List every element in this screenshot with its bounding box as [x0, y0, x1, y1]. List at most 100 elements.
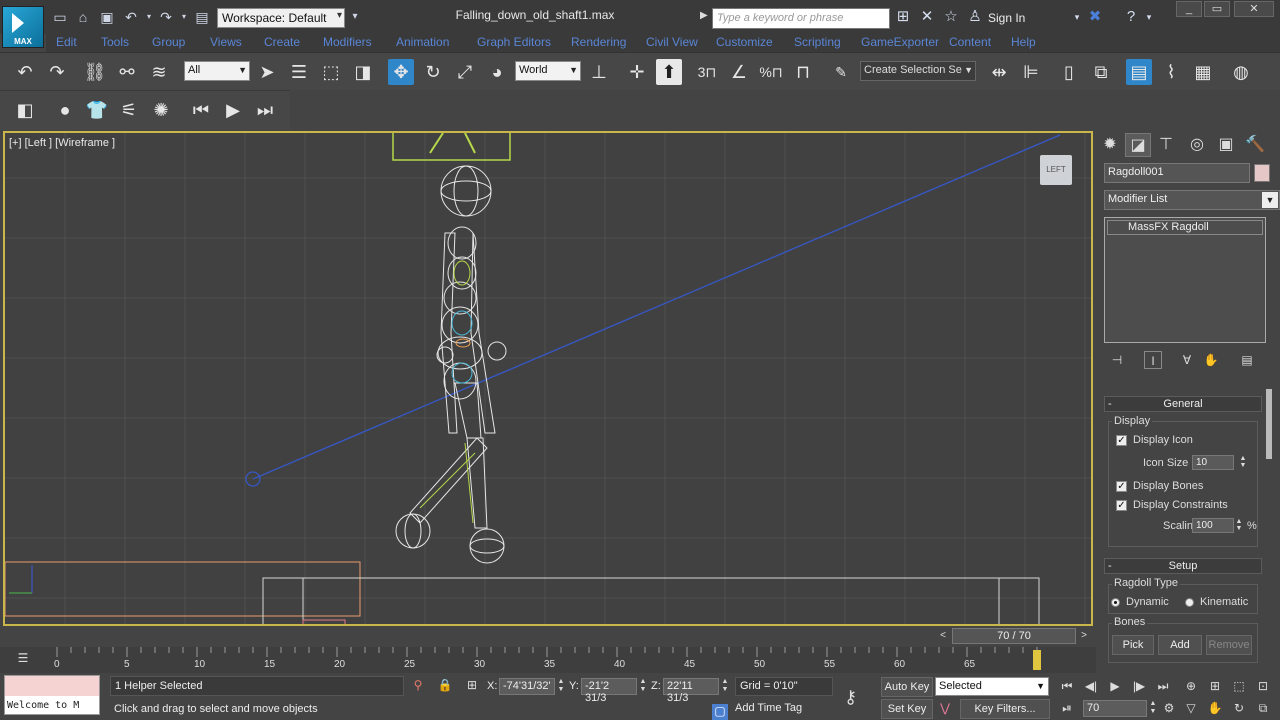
key-set-dropdown[interactable]: Selected ▼ — [935, 677, 1049, 696]
select-and-place-icon[interactable]: ◕ — [484, 59, 510, 85]
binoculars-icon[interactable]: ⊞ — [894, 8, 912, 26]
motion-tab-icon[interactable]: ◎ — [1184, 133, 1210, 157]
pick-button[interactable]: Pick — [1112, 635, 1154, 655]
z-coordinate-field[interactable]: 22'11 31/3 — [663, 678, 719, 704]
go-to-start-icon[interactable]: ⏮ — [1056, 676, 1078, 696]
absolute-mode-icon[interactable]: ⊞ — [464, 678, 480, 694]
pivot-center-icon[interactable]: ⊥ — [586, 59, 612, 85]
keyboard-shortcut-override-icon[interactable]: ⬆ — [656, 59, 682, 85]
scaling-field[interactable]: 100 — [1192, 518, 1234, 533]
add-time-tag-button[interactable]: Add Time Tag — [735, 702, 802, 714]
key-filters-button[interactable]: Key Filters... — [960, 699, 1050, 719]
reset-simulation-icon[interactable]: ⏮ — [188, 97, 214, 123]
undo-icon[interactable]: ↶ — [12, 59, 38, 85]
zoom-icon[interactable]: ⊕ — [1180, 676, 1202, 696]
search-input[interactable]: Type a keyword or phrase — [712, 8, 890, 29]
select-and-scale-icon[interactable]: ⤢ — [452, 59, 478, 85]
show-end-result-icon[interactable]: I — [1144, 351, 1162, 369]
project-folder-icon[interactable]: ▤ — [194, 9, 210, 25]
schematic-view-icon[interactable]: ▦ — [1190, 59, 1216, 85]
configure-modifier-sets-icon[interactable]: ▤ — [1238, 351, 1256, 369]
set-key-button[interactable]: Set Key — [881, 699, 933, 719]
zoom-all-icon[interactable]: ⊞ — [1204, 676, 1226, 696]
current-time-marker[interactable] — [1033, 650, 1041, 670]
play-icon[interactable]: ▶ — [1104, 676, 1126, 696]
modify-tab-icon[interactable]: ◪ — [1125, 133, 1151, 157]
isolate-selection-icon[interactable]: ⚲ — [410, 678, 426, 694]
previous-frame-arrow[interactable]: < — [936, 628, 950, 644]
maxscript-input-line[interactable] — [5, 676, 99, 696]
setup-rollout-header[interactable]: - Setup — [1104, 558, 1262, 574]
redo-dropdown-icon[interactable]: ▾ — [176, 9, 192, 25]
new-file-icon[interactable]: ▭ — [52, 9, 68, 25]
undo-dropdown-icon[interactable]: ▾ — [141, 9, 157, 25]
angle-snap-icon[interactable]: ∠ — [726, 59, 752, 85]
save-file-icon[interactable]: ▣ — [99, 9, 115, 25]
next-frame-icon[interactable]: |▶ — [1128, 676, 1150, 696]
key-mode-icon[interactable]: ⚷ — [844, 687, 857, 708]
select-and-move-icon[interactable]: ✥ — [388, 59, 414, 85]
favorites-star-icon[interactable]: ☆ — [942, 8, 960, 26]
help-icon[interactable]: ? — [1122, 8, 1140, 26]
display-bones-checkbox[interactable]: ✓ — [1116, 481, 1127, 492]
auto-key-button[interactable]: Auto Key — [881, 677, 933, 697]
frame-spinner[interactable]: ▲ ▼ — [1149, 700, 1157, 717]
remove-button[interactable]: Remove — [1206, 635, 1252, 655]
maxscript-listener[interactable]: Welcome to M — [4, 675, 100, 715]
dynamic-radio[interactable] — [1111, 598, 1120, 607]
time-configuration-icon[interactable]: ⚙ — [1158, 698, 1180, 718]
redo-icon[interactable]: ↷ — [44, 59, 70, 85]
world-parameters-icon[interactable]: ◧ — [12, 97, 38, 123]
select-and-rotate-icon[interactable]: ↻ — [420, 59, 446, 85]
scaling-spinner[interactable]: ▲ ▼ — [1234, 518, 1244, 533]
select-by-name-icon[interactable]: ☰ — [286, 59, 312, 85]
menu-rendering[interactable]: Rendering — [571, 35, 626, 49]
maximize-viewport-icon[interactable]: ⧉ — [1252, 698, 1274, 718]
edit-named-selection-icon[interactable]: ✎ — [828, 59, 854, 85]
icon-size-field[interactable]: 10 — [1192, 455, 1234, 470]
exchange-apps-icon[interactable]: ✖ — [1086, 8, 1104, 26]
align-icon[interactable]: ⊫ — [1018, 59, 1044, 85]
display-tab-icon[interactable]: ▣ — [1213, 133, 1239, 157]
display-constraints-checkbox[interactable]: ✓ — [1116, 500, 1127, 511]
make-unique-icon[interactable]: ∀ — [1178, 351, 1196, 369]
rigid-body-icon[interactable]: ● — [52, 97, 78, 123]
curve-editor-icon[interactable]: ⌇ — [1158, 59, 1184, 85]
search-expand-icon[interactable]: ▶ — [700, 10, 708, 21]
general-rollout-header[interactable]: - General — [1104, 396, 1262, 412]
modifier-list-dropdown[interactable]: Modifier List ▼ — [1104, 190, 1280, 210]
start-simulation-icon[interactable]: ▶ — [220, 97, 246, 123]
time-tag-icon[interactable]: ▢ — [712, 704, 728, 720]
menu-civil-view[interactable]: Civil View — [646, 35, 698, 49]
pan-view-icon[interactable]: ✋ — [1204, 698, 1226, 718]
zoom-extents-icon[interactable]: ⬚ — [1228, 676, 1250, 696]
previous-frame-icon[interactable]: ◀| — [1080, 676, 1102, 696]
constraint-icon[interactable]: ⚟ — [116, 97, 142, 123]
menu-modifiers[interactable]: Modifiers — [323, 35, 372, 49]
mirror-icon[interactable]: ⇹ — [986, 59, 1012, 85]
restore-button[interactable]: ▭ — [1204, 1, 1230, 17]
left-viewport[interactable]: [+] [Left ] [Wireframe ] LEFT — [3, 131, 1093, 626]
ragdoll-icon[interactable]: ✺ — [148, 97, 174, 123]
z-spinner[interactable]: ▲ ▼ — [721, 678, 729, 695]
menu-graph-editors[interactable]: Graph Editors — [477, 35, 551, 49]
sign-in-dropdown-icon[interactable]: ▾ — [1068, 8, 1086, 26]
mcloth-icon[interactable]: 👕 — [84, 97, 110, 123]
menu-edit[interactable]: Edit — [56, 35, 77, 49]
bind-to-space-warp-icon[interactable]: ≋ — [146, 59, 172, 85]
orbit-icon[interactable]: ↻ — [1228, 698, 1250, 718]
create-tab-icon[interactable]: ✹ — [1097, 133, 1123, 157]
open-file-icon[interactable]: ⌂ — [75, 9, 91, 25]
current-frame-field[interactable]: 70 — [1083, 700, 1147, 717]
close-button[interactable]: ✕ — [1234, 1, 1274, 17]
menu-customize[interactable]: Customize — [716, 35, 773, 49]
menu-gameexporter[interactable]: GameExporter — [861, 35, 939, 49]
snaps-toggle-icon[interactable]: 3⊓ — [694, 59, 720, 85]
utilities-tab-icon[interactable]: 🔨 — [1242, 133, 1268, 157]
redo-icon[interactable]: ↷ — [158, 9, 174, 25]
help-dropdown-icon[interactable]: ▾ — [1140, 8, 1158, 26]
field-of-view-icon[interactable]: ▽ — [1180, 698, 1202, 718]
display-icon-checkbox[interactable]: ✓ — [1116, 435, 1127, 446]
icon-size-spinner[interactable]: ▲ ▼ — [1238, 455, 1248, 470]
communication-center-icon[interactable]: ✕ — [918, 8, 936, 26]
